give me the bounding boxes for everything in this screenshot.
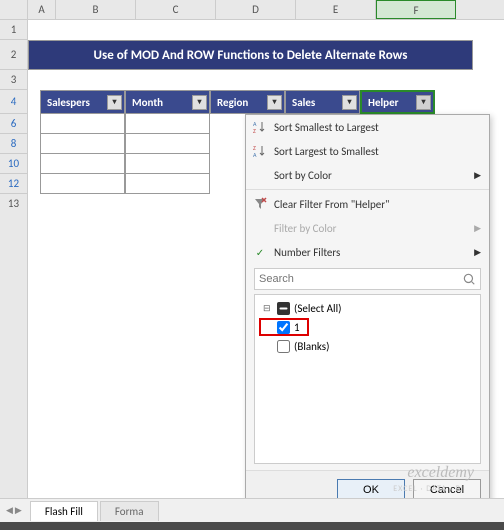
sort-asc-icon: AZ [252,119,268,135]
menu-clear-filter[interactable]: Clear Filter From "Helper" [246,192,489,216]
row-header-6[interactable]: 6 [0,114,28,134]
th-salesperson-label: Salespers [47,96,90,109]
table-header: Salespers ▾ Month ▾ Region ▾ Sales ▾ Hel… [40,90,435,114]
th-region-label: Region [217,96,248,109]
col-header-C[interactable]: C [136,0,216,19]
select-all-corner[interactable] [0,0,28,19]
tree-blanks[interactable]: (Blanks) [259,337,476,355]
th-month-label: Month [132,96,163,109]
table-body [40,114,210,194]
menu-sort-color[interactable]: Sort by Color ▶ [246,163,489,187]
tree-option-1[interactable]: 1 [259,318,309,336]
row-header-13[interactable]: 13 [0,194,28,504]
row-header-3[interactable]: 3 [0,70,28,90]
sheet-tab-inactive[interactable]: Forma [100,501,159,521]
menu-filter-color-label: Filter by Color [274,222,336,235]
row-header-12[interactable]: 12 [0,174,28,194]
col-header-D[interactable]: D [216,0,296,19]
sheet-tab-active[interactable]: Flash Fill [30,501,98,521]
tree-opt1-label: 1 [294,321,300,334]
sheet-tabs: ◀▶ Flash Fill Forma [0,498,504,522]
watermark-sub: EXCEL · DATA · BI [393,484,464,494]
row-header-2[interactable]: 2 [0,40,28,70]
th-month: Month ▾ [125,90,210,114]
th-sales: Sales ▾ [285,90,360,114]
row-header-10[interactable]: 10 [0,154,28,174]
table-row[interactable] [40,174,210,194]
th-helper: Helper ▾ [360,90,435,114]
checkbox-1[interactable] [277,321,290,334]
clear-filter-icon [252,196,268,212]
menu-number-filters-label: Number Filters [274,246,340,259]
row-headers: 1 2 3 4 6 8 10 12 13 [0,20,28,504]
menu-sort-asc-label: Sort Smallest to Largest [274,121,379,134]
svg-text:Z: Z [253,127,256,134]
watermark: exceldemy [407,464,474,482]
menu-sort-desc[interactable]: ZA Sort Largest to Smallest [246,139,489,163]
checkbox-blanks[interactable] [277,340,290,353]
th-region: Region ▾ [210,90,285,114]
filter-menu: AZ Sort Smallest to Largest ZA Sort Larg… [245,114,490,510]
table-row[interactable] [40,114,210,134]
table-row[interactable] [40,154,210,174]
sort-desc-icon: ZA [252,143,268,159]
menu-clear-filter-label: Clear Filter From "Helper" [274,198,389,211]
checkbox-select-all[interactable] [277,302,290,315]
row-header-8[interactable]: 8 [0,134,28,154]
tab-nav[interactable]: ◀▶ [0,505,28,516]
search-container [254,268,481,290]
menu-separator [246,189,489,190]
filter-dropdown-region[interactable]: ▾ [267,95,282,110]
th-sales-label: Sales [292,96,315,109]
table-row[interactable] [40,134,210,154]
filter-dropdown-salesperson[interactable]: ▾ [107,95,122,110]
check-icon: ✓ [252,244,268,260]
tree-select-all[interactable]: ⊟ (Select All) [259,299,476,317]
menu-filter-color: Filter by Color ▶ [246,216,489,240]
filter-dropdown-helper[interactable]: ▾ [416,95,431,110]
filter-dropdown-month[interactable]: ▾ [192,95,207,110]
menu-number-filters[interactable]: ✓ Number Filters ▶ [246,240,489,264]
tree-blanks-label: (Blanks) [294,340,329,353]
col-header-B[interactable]: B [56,0,136,19]
row-header-1[interactable]: 1 [0,20,28,40]
menu-sort-asc[interactable]: AZ Sort Smallest to Largest [246,115,489,139]
col-header-E[interactable]: E [296,0,376,19]
filter-tree: ⊟ (Select All) 1 (Blanks) [254,294,481,464]
collapse-icon[interactable]: ⊟ [263,303,271,314]
chevron-right-icon: ▶ [474,223,481,234]
status-bar [0,522,504,530]
column-headers-row: A B C D E F [0,0,504,20]
col-header-A[interactable]: A [28,0,56,19]
row-header-4[interactable]: 4 [0,90,28,114]
menu-sort-color-label: Sort by Color [274,169,332,182]
svg-text:A: A [253,151,257,158]
th-helper-label: Helper [368,96,399,109]
search-input[interactable] [254,268,481,290]
chevron-right-icon: ▶ [474,170,481,181]
th-salesperson: Salespers ▾ [40,90,125,114]
chevron-right-icon: ▶ [474,247,481,258]
page-title: Use of MOD And ROW Functions to Delete A… [28,40,473,70]
filter-dropdown-sales[interactable]: ▾ [342,95,357,110]
tree-select-all-label: (Select All) [294,302,341,315]
col-header-F[interactable]: F [376,0,456,19]
menu-sort-desc-label: Sort Largest to Smallest [274,145,379,158]
